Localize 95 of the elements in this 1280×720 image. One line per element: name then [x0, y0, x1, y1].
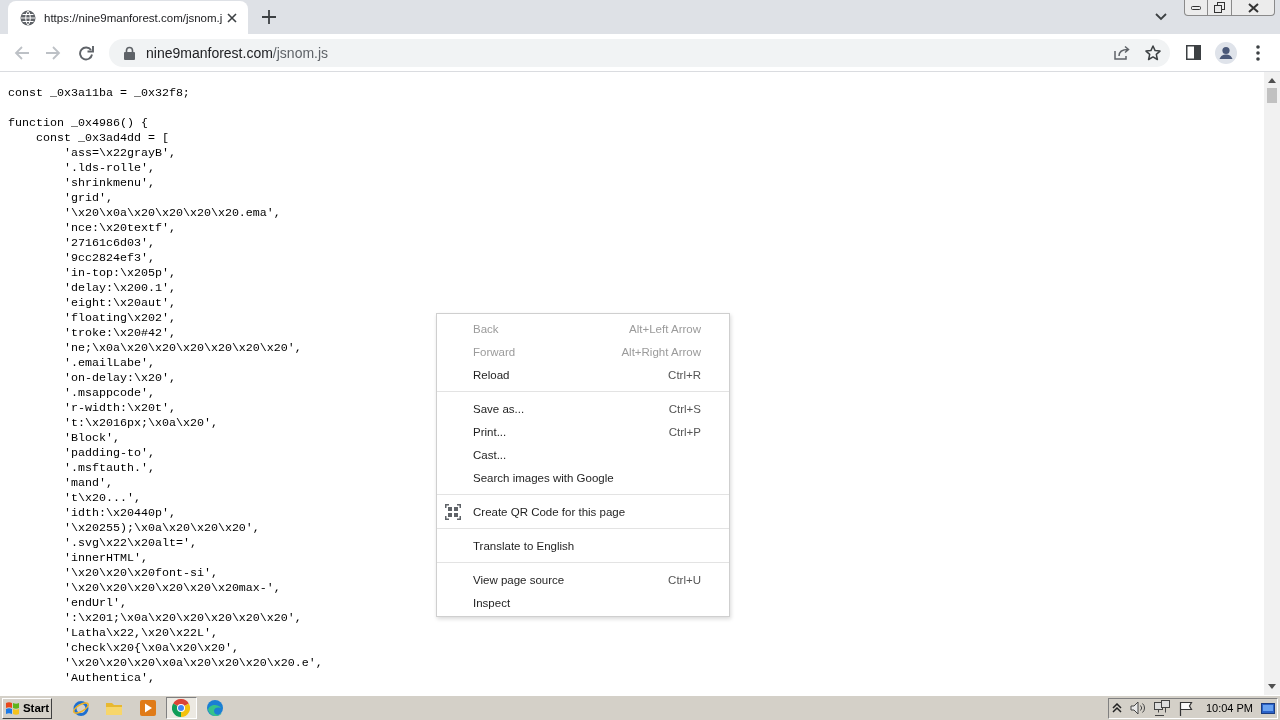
- lock-icon: [124, 45, 135, 60]
- code-line: 'check\x20{\x0a\x20\x20',: [64, 641, 239, 656]
- menu-item[interactable]: Create QR Code for this page: [437, 500, 729, 523]
- code-line: 'delay:\x200.1',: [64, 281, 176, 296]
- minimize-icon: [1191, 5, 1201, 10]
- code-line: '.msftauth.',: [64, 461, 155, 476]
- code-line: '.msappcode',: [64, 386, 155, 401]
- code-line: '27161c6d03',: [64, 236, 155, 251]
- back-arrow-icon: [14, 44, 30, 61]
- menu-item[interactable]: Translate to English: [437, 534, 729, 557]
- code-line: 'eight:\x20aut',: [64, 296, 176, 311]
- menu-item[interactable]: Inspect: [437, 591, 729, 614]
- swirl-icon: [205, 699, 224, 717]
- chevron-up-icon[interactable]: [1111, 703, 1122, 713]
- browser-tab[interactable]: https://nine9manforest.com/jsnom.j: [8, 1, 248, 34]
- restore-icon: [1214, 2, 1225, 13]
- code-line: '\x20\x20\x20\x0a\x20\x20\x20\x20.e',: [64, 656, 323, 671]
- code-line: 'endUrl',: [64, 596, 127, 611]
- code-line: 'mand',: [64, 476, 113, 491]
- code-line: '\x20\x0a\x20\x20\x20\x20.ema',: [64, 206, 281, 221]
- scrollbar[interactable]: [1264, 72, 1280, 695]
- menu-item[interactable]: Search images with Google: [437, 466, 729, 489]
- scrollbar-thumb[interactable]: [1267, 88, 1277, 103]
- code-line: 'Latha\x22,\x20\x22L',: [64, 626, 218, 641]
- code-line: 'idth:\x20440p',: [64, 506, 176, 521]
- code-line: 'ass=\x22grayB',: [64, 146, 176, 161]
- code-line: 'Block',: [64, 431, 120, 446]
- start-button[interactable]: Start: [2, 697, 52, 719]
- tricolor-circle-icon: [172, 699, 190, 717]
- code-line: 'padding-to',: [64, 446, 155, 461]
- url-text: nine9manforest.com/jsnom.js: [146, 44, 329, 61]
- scroll-up-icon: [1268, 78, 1276, 83]
- flag-icon[interactable]: [1178, 700, 1193, 716]
- code-line: 'grid',: [64, 191, 113, 206]
- restore-button[interactable]: [1208, 0, 1232, 16]
- star-icon: [1145, 44, 1161, 61]
- code-line: 'ne;\x0a\x20\x20\x20\x20\x20\x20',: [64, 341, 302, 356]
- code-line: '.svg\x22\x20alt=',: [64, 536, 197, 551]
- code-line: 'innerHTML',: [64, 551, 148, 566]
- menu-item[interactable]: Print... Ctrl+P: [437, 420, 729, 443]
- code-line: 'in-top:\x205p',: [64, 266, 176, 281]
- code-line: 'shrinkmenu',: [64, 176, 155, 191]
- code-line: 'r-width:\x20t',: [64, 401, 176, 416]
- scroll-down-icon: [1268, 684, 1276, 689]
- shortcut-text: Ctrl+U: [668, 573, 701, 586]
- code-line: const _0x3a11ba = _0x32f8;: [8, 86, 190, 101]
- code-line: 'Authentica',: [64, 671, 155, 686]
- menu-item[interactable]: Reload Ctrl+R: [437, 363, 729, 386]
- code-line: '9cc2824ef3',: [64, 251, 155, 266]
- more-vertical-icon: [1256, 44, 1260, 61]
- code-line: 't:\x2016px;\x0a\x20',: [64, 416, 218, 431]
- close-window-button[interactable]: [1232, 0, 1275, 16]
- plus-icon: [262, 10, 276, 24]
- chevron-down-icon: [1155, 13, 1167, 21]
- menu-item[interactable]: Cast...: [437, 443, 729, 466]
- forward-arrow-icon: [45, 44, 61, 61]
- avatar-icon: [1215, 41, 1237, 64]
- address-bar[interactable]: nine9manforest.com/jsnom.js: [109, 38, 1170, 67]
- code-line: 't\x20...',: [64, 491, 141, 506]
- code-line: 'on-delay:\x20',: [64, 371, 176, 386]
- code-line: '\x20\x20\x20font-si',: [64, 566, 218, 581]
- shortcut-text: Alt+Left Arrow: [629, 322, 701, 335]
- globe-icon: [20, 9, 36, 26]
- four-color-flag-icon: [4, 701, 20, 715]
- desktop-icon[interactable]: [1261, 702, 1275, 714]
- shortcut-text: Ctrl+S: [668, 402, 701, 415]
- play-icon: [139, 700, 156, 716]
- close-icon: [227, 12, 237, 23]
- code-line: '\x20\x20\x20\x20\x20\x20max-',: [64, 581, 281, 596]
- shortcut-text: Alt+Right Arrow: [621, 345, 701, 358]
- shortcut-text: Ctrl+P: [668, 425, 701, 438]
- side-panel-icon: [1185, 45, 1201, 60]
- folder-icon: [105, 700, 123, 716]
- menu-item[interactable]: View page source Ctrl+U: [437, 568, 729, 591]
- code-line: 'floating\x202',: [64, 311, 176, 326]
- code-line: '.emailLabe',: [64, 356, 155, 371]
- code-line: ':\x201;\x0a\x20\x20\x20\x20\x20',: [64, 611, 302, 626]
- qr-code-icon: [445, 503, 461, 520]
- globe-orbit-icon: [71, 699, 90, 717]
- menu-item[interactable]: Save as... Ctrl+S: [437, 397, 729, 420]
- code-line: 'troke:\x20#42',: [64, 326, 176, 341]
- code-line: const _0x3ad4dd = [: [36, 131, 169, 146]
- speaker-icon[interactable]: [1129, 701, 1146, 715]
- network-icon[interactable]: [1153, 700, 1170, 716]
- code-line: '.lds-rolle',: [64, 161, 155, 176]
- close-icon: [1247, 2, 1259, 13]
- shortcut-text: Ctrl+R: [668, 368, 701, 381]
- reload-icon: [78, 44, 94, 61]
- taskbar-button[interactable]: [165, 697, 197, 719]
- clock-text: 10:04 PM: [1205, 702, 1253, 714]
- minimize-button[interactable]: [1184, 0, 1208, 16]
- code-line: function _0x4986() {: [8, 116, 148, 131]
- code-line: '\x20255);\x0a\x20\x20\x20',: [64, 521, 260, 536]
- share-icon: [1113, 45, 1131, 60]
- code-line: 'nce:\x20textf',: [64, 221, 176, 236]
